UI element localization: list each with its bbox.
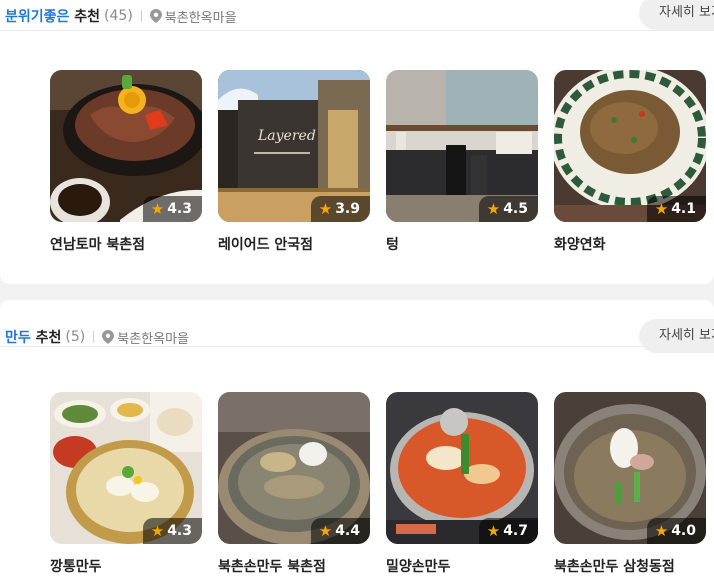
restaurant-card[interactable]: Layered ★ 3.9 레이어드 안국점 (218, 70, 370, 254)
restaurant-photo[interactable]: ★ 4.7 (386, 392, 538, 544)
rating-value: 4.3 (167, 523, 192, 539)
title-keyword: 만두 (5, 330, 31, 346)
rating-badge: ★ 4.3 (142, 196, 202, 222)
rating-badge: ★ 3.9 (310, 196, 370, 222)
section-title: 분위기좋은 추천 (45) 북촌한옥마을 (5, 6, 237, 26)
divider (140, 10, 142, 22)
restaurant-photo[interactable]: Layered ★ 3.9 (218, 70, 370, 222)
map-pin-icon (102, 330, 115, 344)
rating-value: 4.0 (671, 523, 696, 539)
star-icon: ★ (486, 200, 501, 218)
restaurant-card[interactable]: ★ 4.4 북촌손만두 북촌점 (218, 392, 370, 576)
recommendation-section-mood: 분위기좋은 추천 (45) 북촌한옥마을 자세히 보기 (0, 0, 714, 284)
restaurant-card[interactable]: ★ 4.0 북촌손만두 삼청동점 (554, 392, 706, 576)
rating-value: 4.1 (671, 201, 696, 217)
star-icon: ★ (150, 200, 165, 218)
rating-badge: ★ 4.1 (646, 196, 706, 222)
restaurant-photo[interactable]: ★ 4.5 (386, 70, 538, 222)
title-suffix: 추천 (69, 9, 101, 25)
title-suffix: 추천 (30, 330, 62, 346)
rating-badge: ★ 4.4 (310, 518, 370, 544)
location-text: 북촌한옥마을 (164, 10, 237, 26)
rating-value: 3.9 (335, 201, 360, 217)
restaurant-photo[interactable]: ★ 4.3 (50, 392, 202, 544)
star-icon: ★ (654, 200, 669, 218)
rating-badge: ★ 4.7 (478, 518, 538, 544)
restaurant-photo[interactable]: ★ 4.0 (554, 392, 706, 544)
restaurant-card[interactable]: ★ 4.5 텅 (386, 70, 538, 254)
section-header: 만두 추천 (5) 북촌한옥마을 자세히 보기 (0, 300, 714, 353)
rating-value: 4.4 (335, 523, 360, 539)
section-header: 분위기좋은 추천 (45) 북촌한옥마을 자세히 보기 (0, 0, 714, 31)
location-label: 북촌한옥마을 (102, 328, 189, 347)
restaurant-name[interactable]: 레이어드 안국점 (218, 234, 370, 254)
recommendation-section-dumpling: 만두 추천 (5) 북촌한옥마을 자세히 보기 (0, 300, 714, 579)
see-more-button[interactable]: 자세히 보기 (639, 0, 714, 30)
restaurant-name[interactable]: 연남토마 북촌점 (50, 234, 202, 254)
restaurant-card[interactable]: ★ 4.3 연남토마 북촌점 (50, 70, 202, 254)
see-more-button[interactable]: 자세히 보기 (639, 319, 714, 353)
rating-value: 4.3 (167, 201, 192, 217)
rating-badge: ★ 4.3 (142, 518, 202, 544)
rating-value: 4.5 (503, 201, 528, 217)
star-icon: ★ (150, 522, 165, 540)
restaurant-name[interactable]: 텅 (386, 234, 538, 254)
location-text: 북촌한옥마을 (117, 331, 190, 347)
rating-value: 4.7 (503, 523, 528, 539)
title-keyword: 분위기좋은 (5, 9, 70, 25)
rating-badge: ★ 4.5 (478, 196, 538, 222)
restaurant-name[interactable]: 북촌손만두 삼청동점 (554, 556, 706, 576)
restaurant-card[interactable]: ★ 4.3 깡통만두 (50, 392, 202, 576)
restaurant-name[interactable]: 북촌손만두 북촌점 (218, 556, 370, 576)
star-icon: ★ (654, 522, 669, 540)
map-pin-icon (149, 9, 162, 23)
result-count: (45) (104, 8, 133, 24)
restaurant-photo[interactable]: ★ 4.3 (50, 70, 202, 222)
star-icon: ★ (486, 522, 501, 540)
restaurant-photo[interactable]: ★ 4.4 (218, 392, 370, 544)
location-label: 북촌한옥마을 (149, 7, 237, 26)
restaurant-card[interactable]: ★ 4.1 화양연화 (554, 70, 706, 254)
star-icon: ★ (318, 522, 333, 540)
star-icon: ★ (318, 200, 333, 218)
restaurant-photo[interactable]: ★ 4.1 (554, 70, 706, 222)
restaurant-name[interactable]: 깡통만두 (50, 556, 202, 576)
rating-badge: ★ 4.0 (646, 518, 706, 544)
restaurant-card[interactable]: ★ 4.7 밀양손만두 (386, 392, 538, 576)
section-title: 만두 추천 (5) 북촌한옥마을 (5, 327, 189, 347)
result-count: (5) (65, 329, 86, 345)
restaurant-name[interactable]: 화양연화 (554, 234, 706, 254)
svg-text:Layered: Layered (257, 128, 316, 144)
restaurant-name[interactable]: 밀양손만두 (386, 556, 538, 576)
divider (93, 331, 95, 343)
